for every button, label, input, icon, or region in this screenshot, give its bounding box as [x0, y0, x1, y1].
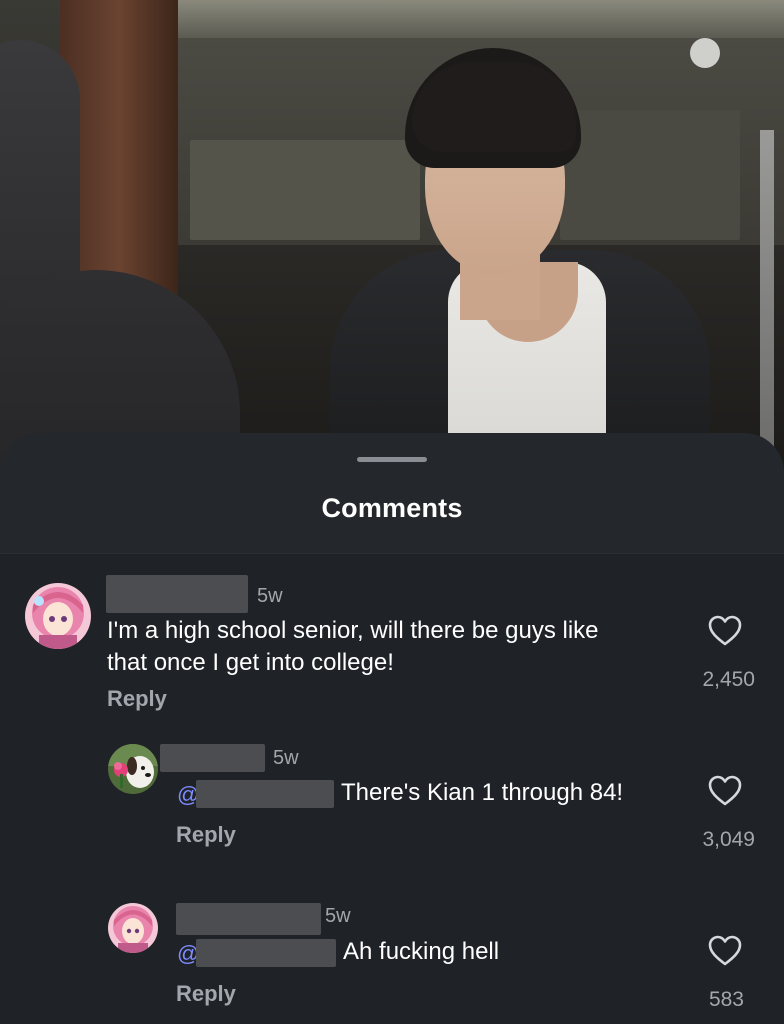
like-count: 583 — [708, 988, 744, 1011]
username-redacted[interactable] — [106, 575, 248, 613]
video-camera-fixture — [690, 38, 720, 68]
comment-timestamp: 5w — [273, 747, 299, 769]
video-wall-panel — [190, 140, 420, 240]
heart-icon[interactable] — [707, 773, 743, 809]
mention-redacted[interactable] — [196, 780, 334, 808]
username-redacted[interactable] — [160, 744, 265, 772]
like-count: 2,450 — [702, 668, 755, 691]
video-player[interactable] — [0, 0, 784, 480]
comments-title: Comments — [321, 493, 463, 523]
like-count: 3,049 — [702, 828, 755, 851]
reply-button[interactable]: Reply — [176, 822, 236, 848]
video-stand — [760, 130, 774, 450]
dog-with-flower-avatar-icon[interactable] — [108, 744, 158, 794]
video-wall-panel — [560, 110, 740, 240]
heart-icon[interactable] — [707, 613, 743, 649]
comment-text: Ah fucking hell — [343, 938, 500, 965]
reply-button[interactable]: Reply — [176, 981, 236, 1007]
comment-text: There's Kian 1 through 84! — [341, 779, 624, 806]
comment-timestamp: 5w — [257, 585, 283, 607]
drag-handle[interactable] — [357, 457, 427, 462]
comment-timestamp: 5w — [325, 905, 351, 927]
reply-button[interactable]: Reply — [107, 686, 167, 712]
comment-text-line: I'm a high school senior, will there be … — [107, 617, 599, 644]
comments-sheet: Comments 5w I'm a high school senior, wi… — [0, 433, 784, 1024]
anime-pink-hair-avatar-icon[interactable] — [25, 583, 91, 649]
app-screen: Comments 5w I'm a high school senior, wi… — [0, 0, 784, 1024]
video-person-bangs — [412, 62, 576, 152]
comments-header: Comments — [0, 433, 784, 554]
anime-pink-hair-avatar-icon[interactable] — [108, 903, 158, 953]
heart-icon[interactable] — [707, 933, 743, 969]
video-ceiling — [175, 0, 784, 38]
username-redacted[interactable] — [176, 903, 321, 935]
comment-text-line: that once I get into college! — [107, 649, 394, 676]
mention-redacted[interactable] — [196, 939, 336, 967]
